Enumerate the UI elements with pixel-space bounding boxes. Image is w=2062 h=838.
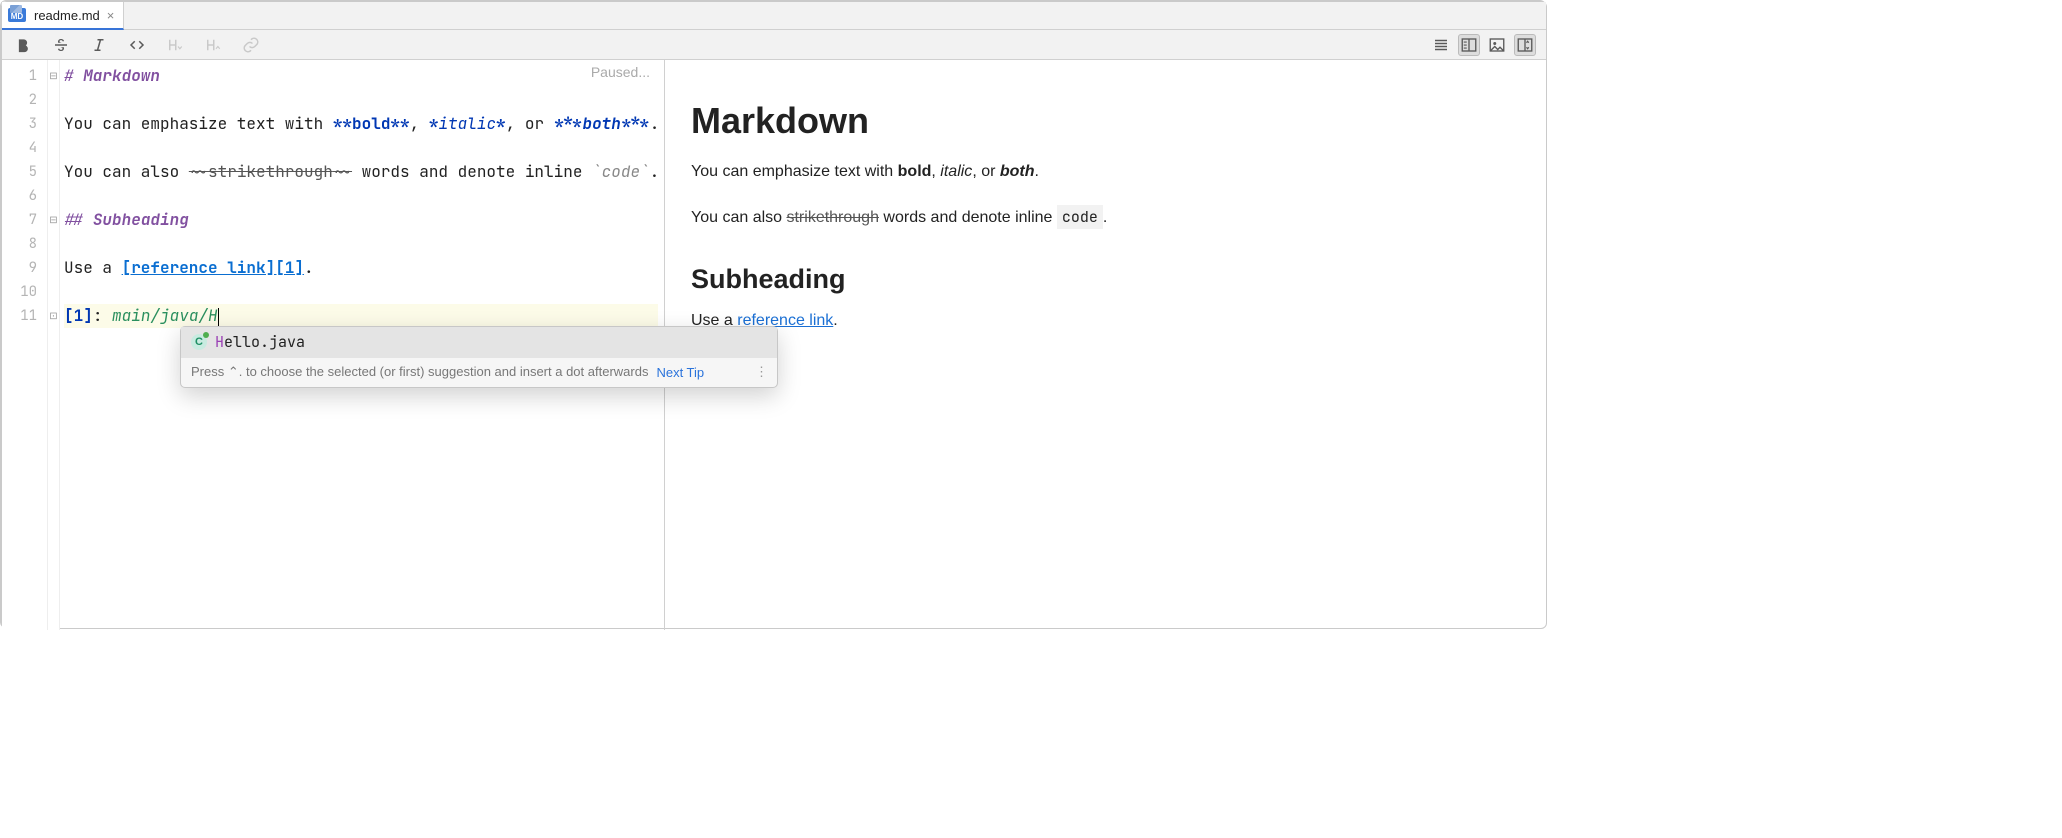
- next-tip-link[interactable]: Next Tip: [656, 365, 704, 380]
- preview-h1: Markdown: [691, 100, 1520, 142]
- tab-bar: MD readme.md ×: [2, 2, 1546, 30]
- heading-down-button[interactable]: [164, 34, 186, 56]
- paused-indicator: Paused...: [591, 64, 650, 80]
- preview-paragraph: You can emphasize text with bold, italic…: [691, 160, 1520, 184]
- tab-filename: readme.md: [34, 8, 100, 23]
- close-tab-icon[interactable]: ×: [106, 8, 116, 23]
- view-source-button[interactable]: [1430, 34, 1452, 56]
- bold-button[interactable]: [12, 34, 34, 56]
- preview-paragraph: Use a reference link.: [691, 309, 1520, 333]
- completion-more-icon[interactable]: ⋮: [755, 364, 769, 380]
- line-number-gutter: 1234567891011: [2, 60, 48, 630]
- editor-split: 1234567891011 ⊟⊟⊡ Paused... # Markdown Y…: [2, 60, 1546, 630]
- java-class-icon: C: [191, 334, 207, 350]
- file-tab[interactable]: MD readme.md ×: [2, 2, 124, 30]
- completion-popup: C Hello.java Press ⌃. to choose the sele…: [180, 326, 778, 388]
- italic-button[interactable]: [88, 34, 110, 56]
- preview-paragraph: You can also strikethrough words and den…: [691, 206, 1520, 230]
- completion-item[interactable]: C Hello.java: [181, 327, 777, 357]
- fold-gutter: ⊟⊟⊡: [48, 60, 60, 630]
- view-split-button[interactable]: [1458, 34, 1480, 56]
- link-button[interactable]: [240, 34, 262, 56]
- view-preview-button[interactable]: [1486, 34, 1508, 56]
- source-editor[interactable]: Paused... # Markdown You can emphasize t…: [60, 60, 665, 630]
- strikethrough-button[interactable]: [50, 34, 72, 56]
- preview-h2: Subheading: [691, 264, 1520, 295]
- completion-footer: Press ⌃. to choose the selected (or firs…: [181, 357, 777, 387]
- code-button[interactable]: [126, 34, 148, 56]
- markdown-preview: Markdown You can emphasize text with bol…: [665, 60, 1546, 630]
- markdown-file-icon: MD: [8, 8, 26, 22]
- markdown-toolbar: [2, 30, 1546, 60]
- completion-hint: Press ⌃. to choose the selected (or firs…: [191, 364, 648, 380]
- scroll-sync-button[interactable]: [1514, 34, 1536, 56]
- heading-up-button[interactable]: [202, 34, 224, 56]
